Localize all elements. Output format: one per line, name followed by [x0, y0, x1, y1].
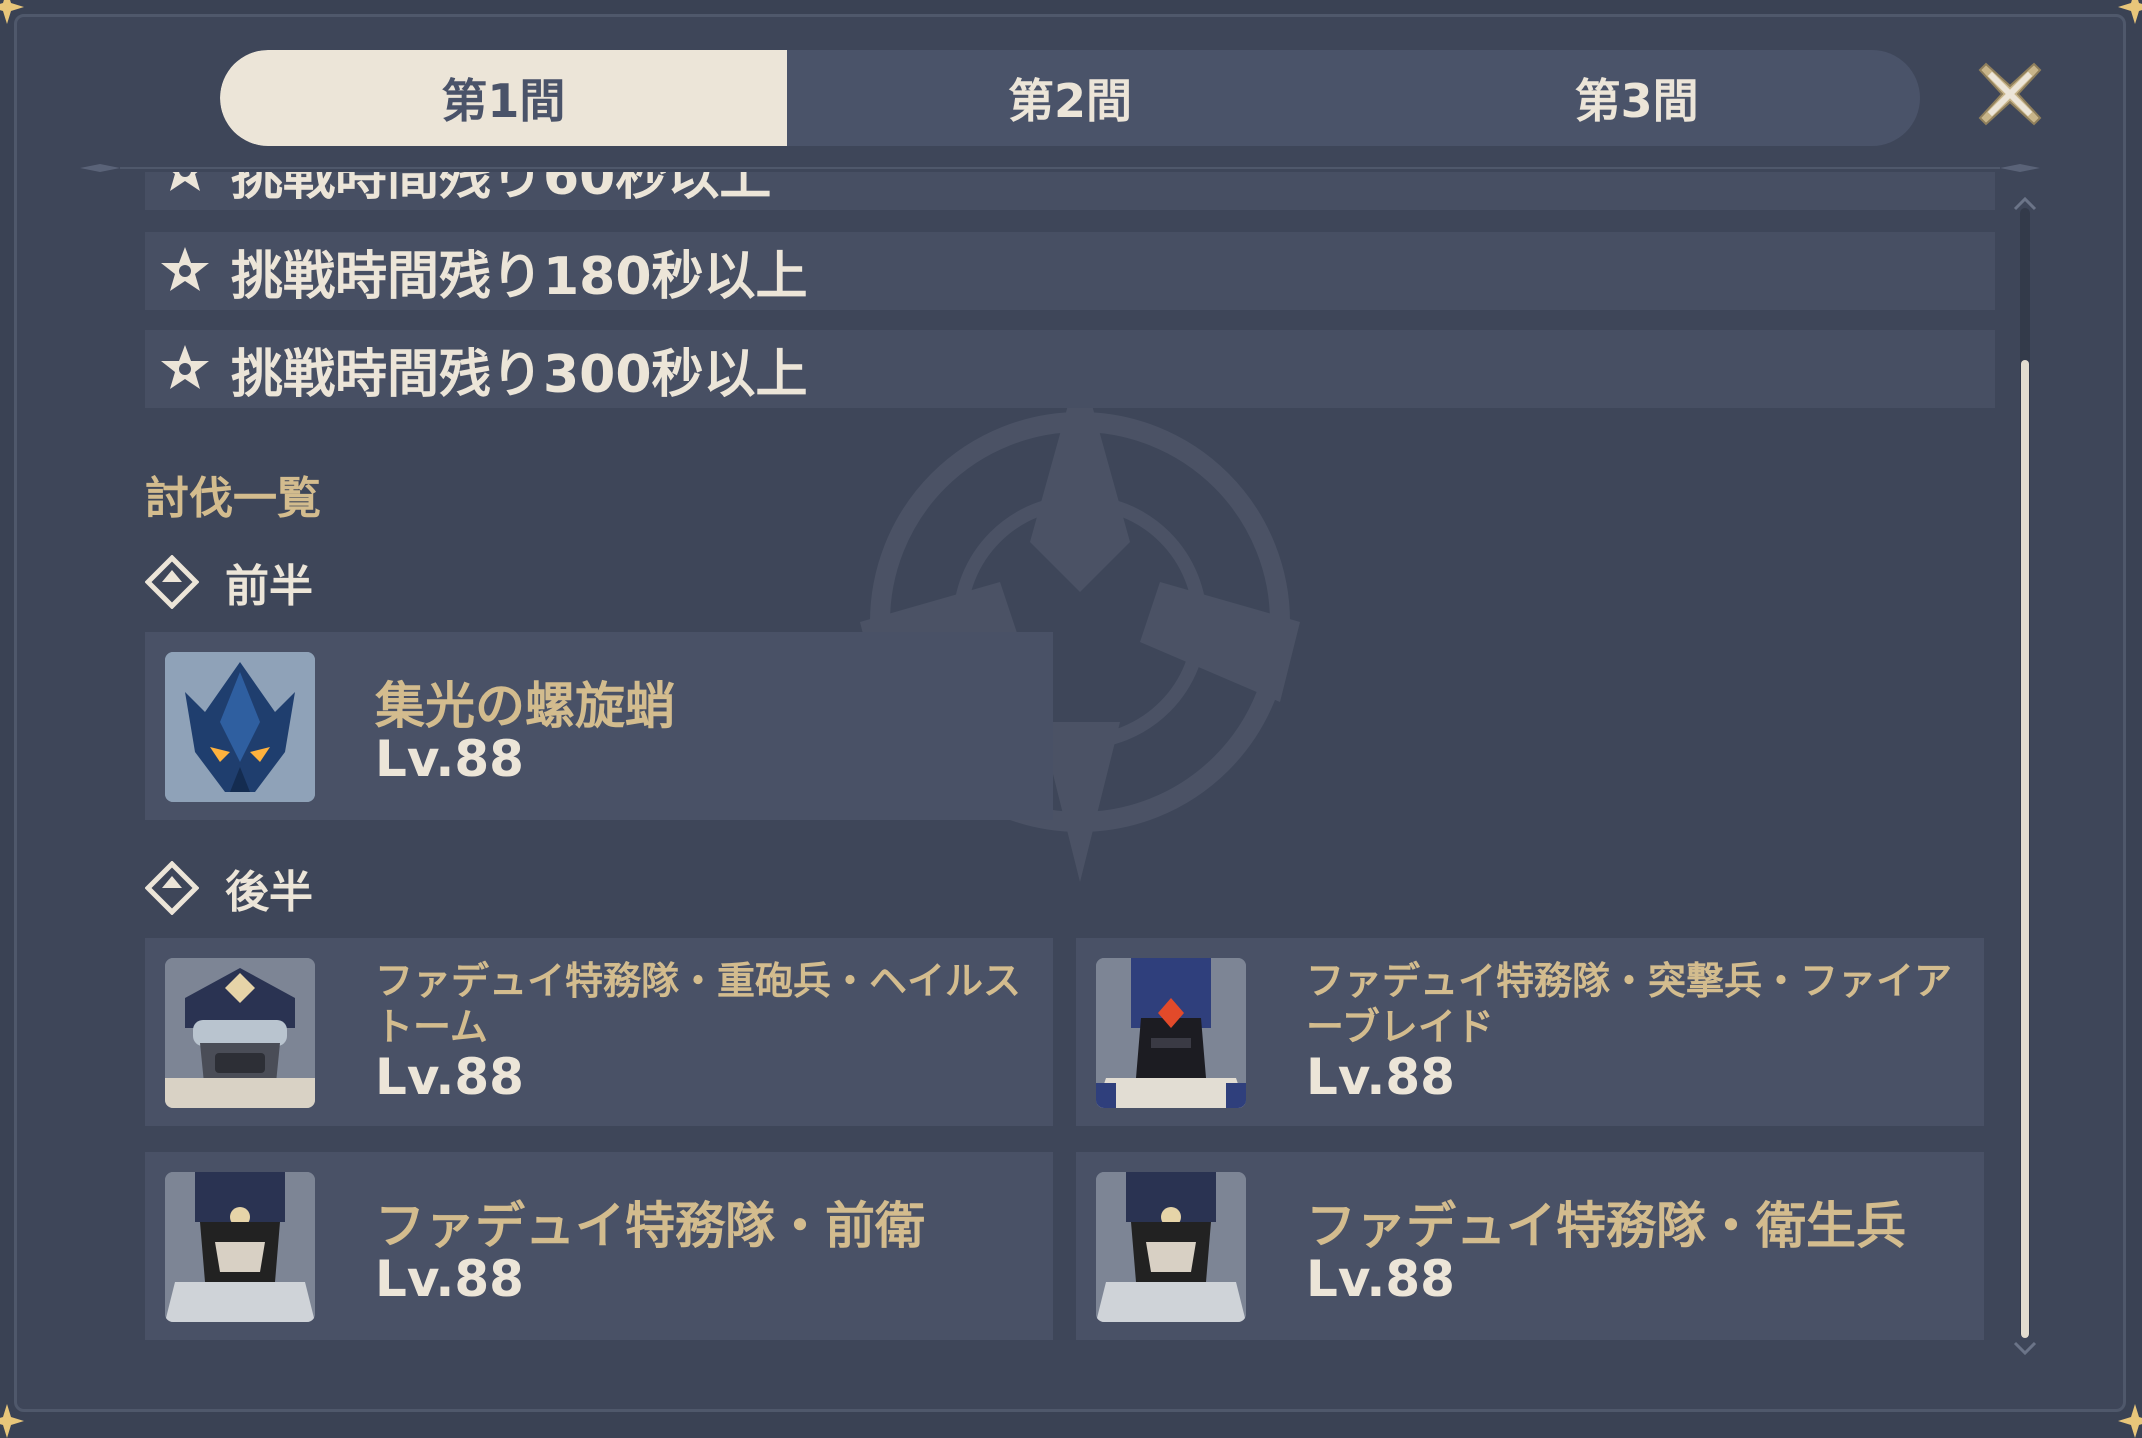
diamond-icon: [145, 555, 199, 609]
octopus-portrait: [165, 652, 315, 802]
enemy-name: ファデュイ特務隊・突撃兵・ファイアーブレイド: [1306, 959, 1953, 1049]
header-divider: [80, 164, 2040, 172]
enemy-card[interactable]: ファデュイ特務隊・突撃兵・ファイアーブレイド Lv.88: [1076, 938, 1984, 1126]
close-button[interactable]: [1972, 56, 2048, 132]
enemy-card[interactable]: ファデュイ特務隊・衛生兵 Lv.88: [1076, 1152, 1984, 1340]
scroll-down-icon[interactable]: [2012, 1340, 2038, 1356]
star-icon: [157, 341, 213, 397]
corner-star-icon: [2118, 0, 2142, 24]
enemy-level: Lv.88: [375, 1048, 524, 1106]
medic-portrait: [1096, 1172, 1246, 1322]
tab-chamber-2[interactable]: 第2間: [787, 50, 1354, 146]
enemy-card[interactable]: ファデュイ特務隊・重砲兵・ヘイルストーム Lv.88: [145, 938, 1053, 1126]
corner-star-icon: [0, 0, 24, 24]
first-half-text: 前半: [225, 561, 313, 612]
enemy-name: ファデュイ特務隊・重砲兵・ヘイルストーム: [375, 959, 1022, 1049]
tab-chamber-1[interactable]: 第1間: [220, 50, 787, 146]
corner-star-icon: [2118, 1404, 2142, 1438]
first-half-label: 前半: [145, 550, 313, 614]
second-half-text: 後半: [225, 867, 313, 918]
condition-text: 挑戦時間残り300秒以上: [231, 344, 808, 405]
corner-star-icon: [0, 1404, 24, 1438]
chamber-tab-bar: 第1間 第2間 第3間: [220, 50, 1920, 146]
enemy-card[interactable]: 集光の螺旋蛸 Lv.88: [145, 632, 1053, 820]
star-icon: [157, 243, 213, 299]
enemy-card[interactable]: ファデュイ特務隊・前衛 Lv.88: [145, 1152, 1053, 1340]
artillery-portrait: [165, 958, 315, 1108]
second-half-label: 後半: [145, 856, 313, 920]
star-icon: [157, 172, 213, 199]
enemy-level: Lv.88: [375, 730, 524, 788]
condition-row: 挑戦時間残り300秒以上: [145, 330, 1995, 408]
tab-chamber-3[interactable]: 第3間: [1353, 50, 1920, 146]
enemy-list-title: 討伐一覧: [145, 473, 321, 524]
enemy-name: ファデュイ特務隊・衛生兵: [1306, 1197, 1906, 1255]
condition-text: 挑戦時間残り180秒以上: [231, 246, 808, 307]
challenge-detail-scroll-area[interactable]: 挑戦時間残り60秒以上 挑戦時間残り180秒以上 挑戦時間残り300秒以上 討伐…: [0, 172, 2142, 1367]
enemy-name: 集光の螺旋蛸: [375, 677, 675, 735]
diamond-icon: [145, 861, 199, 915]
condition-row: 挑戦時間残り60秒以上: [145, 172, 1995, 210]
enemy-name: ファデュイ特務隊・前衛: [375, 1197, 925, 1255]
enemy-level: Lv.88: [375, 1250, 524, 1308]
close-x-icon: [1978, 62, 2042, 126]
enemy-level: Lv.88: [1306, 1048, 1455, 1106]
scrollbar-thumb[interactable]: [2021, 360, 2029, 1338]
condition-text: 挑戦時間残り60秒以上: [231, 172, 772, 207]
condition-row: 挑戦時間残り180秒以上: [145, 232, 1995, 310]
vanguard-portrait: [165, 1172, 315, 1322]
enemy-level: Lv.88: [1306, 1250, 1455, 1308]
assault-portrait: [1096, 958, 1246, 1108]
